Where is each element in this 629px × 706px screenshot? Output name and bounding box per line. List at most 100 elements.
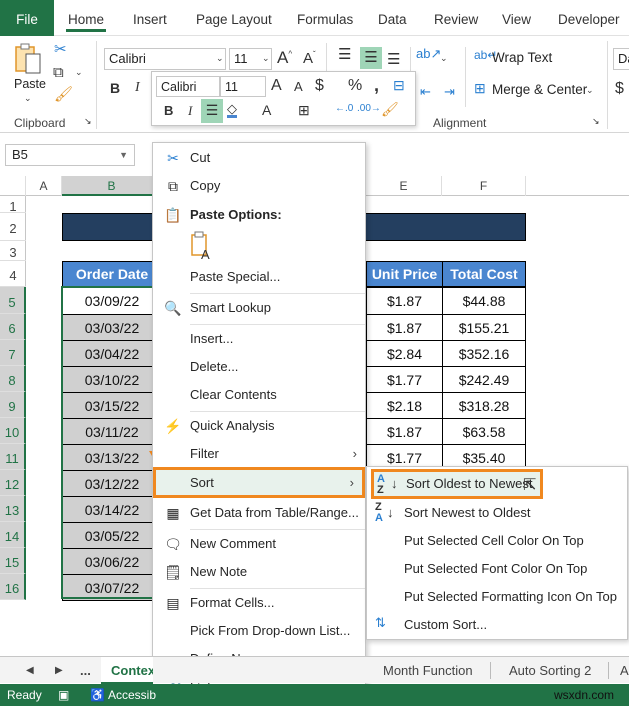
mini-comma-icon[interactable]: ,	[374, 76, 379, 94]
paste-icon[interactable]	[14, 43, 44, 77]
row-header-15[interactable]: 15	[0, 548, 26, 574]
total-cost-cell[interactable]: $44.88	[442, 287, 526, 315]
merge-center-button[interactable]: Merge & Center	[492, 82, 587, 97]
column-header-a[interactable]: A	[26, 176, 62, 196]
paste-values-icon[interactable]: A	[190, 231, 214, 262]
mini-fill-color-icon[interactable]: ◇	[227, 102, 237, 118]
menu-item-copy[interactable]: ⧉ Copy	[153, 172, 365, 200]
order-date-cell[interactable]: 03/03/22	[62, 314, 162, 341]
sheet-tab-month-function[interactable]: Month Function	[383, 657, 473, 684]
header-total-cost[interactable]: Total Cost	[442, 261, 526, 287]
orientation-icon[interactable]: ab↗	[416, 47, 441, 60]
tab-developer[interactable]: Developer	[550, 0, 628, 36]
row-header-4[interactable]: 4	[0, 261, 26, 287]
mini-currency-icon[interactable]: $	[315, 78, 324, 94]
mini-decrease-font-icon[interactable]: A	[294, 80, 303, 93]
tab-data[interactable]: Data	[370, 0, 415, 36]
header-unit-price[interactable]: Unit Price	[366, 261, 443, 287]
header-order-date[interactable]: Order Date	[62, 261, 162, 287]
total-cost-cell[interactable]: $242.49	[442, 366, 526, 393]
menu-item-sort[interactable]: Sort ›	[153, 467, 365, 498]
mini-center-icon[interactable]: ☰	[201, 99, 223, 123]
menu-item-format-icon-top[interactable]: Put Selected Formatting Icon On Top	[367, 583, 627, 611]
paste-button[interactable]: Paste	[14, 77, 46, 91]
order-date-cell[interactable]: 03/10/22	[62, 366, 162, 393]
mini-bold-button[interactable]: B	[164, 104, 173, 117]
menu-item-new-comment[interactable]: 🗨 New Comment	[153, 530, 365, 558]
total-cost-cell[interactable]: $352.16	[442, 340, 526, 367]
menu-item-new-note[interactable]: 🗒 New Note	[153, 558, 365, 586]
mini-format-painter-icon[interactable]: 🖌	[381, 102, 399, 116]
row-header-8[interactable]: 8	[0, 366, 26, 392]
order-date-cell[interactable]: 03/11/22	[62, 418, 162, 445]
tab-formulas[interactable]: Formulas	[289, 0, 361, 36]
italic-button[interactable]: I	[135, 81, 140, 95]
more-sheets-button[interactable]: ...	[80, 657, 91, 684]
copy-icon[interactable]: ⧉	[53, 65, 64, 80]
row-header-6[interactable]: 6	[0, 314, 26, 340]
font-name-select[interactable]: Calibri	[104, 48, 226, 70]
align-top-icon[interactable]: ☰	[338, 47, 351, 62]
increase-font-icon[interactable]: A^	[277, 49, 292, 66]
unit-price-cell[interactable]: $2.84	[366, 340, 443, 367]
row-header-14[interactable]: 14	[0, 522, 26, 548]
order-date-cell[interactable]: 03/14/22	[62, 496, 162, 523]
row-header-13[interactable]: 13	[0, 496, 26, 522]
mini-decrease-decimal-icon[interactable]: .00→	[357, 104, 381, 114]
row-header-7[interactable]: 7	[0, 340, 26, 366]
copy-dropdown-icon[interactable]: ⌄	[75, 67, 83, 78]
tab-insert[interactable]: Insert	[125, 0, 175, 36]
menu-item-paste-special[interactable]: Paste Special...	[153, 263, 365, 291]
mini-increase-decimal-icon[interactable]: ←.0	[335, 104, 353, 114]
align-middle-icon[interactable]: ☰	[360, 47, 382, 69]
column-header-b[interactable]: B	[62, 176, 162, 196]
mini-merge-icon[interactable]: ⊟	[393, 78, 405, 92]
mini-borders-icon[interactable]: ⊞	[298, 103, 310, 117]
order-date-cell[interactable]: 03/13/22	[62, 444, 162, 471]
unit-price-cell[interactable]: $1.87	[366, 287, 443, 315]
menu-item-font-color-top[interactable]: Put Selected Font Color On Top	[367, 555, 627, 583]
mini-font-name-select[interactable]: Calibri	[156, 76, 220, 97]
scroll-right-icon[interactable]: ▶	[55, 657, 63, 684]
sheet-tab-partial[interactable]: A	[620, 657, 629, 684]
order-date-cell[interactable]: 03/06/22	[62, 548, 162, 575]
wrap-text-button[interactable]: Wrap Text	[492, 50, 552, 65]
tab-review[interactable]: Review	[426, 0, 486, 36]
unit-price-cell[interactable]: $2.18	[366, 392, 443, 419]
alignment-launcher-icon[interactable]: ↘	[592, 117, 600, 126]
mini-font-color-icon[interactable]: A	[262, 103, 271, 117]
align-bottom-icon[interactable]: ☰	[387, 52, 400, 67]
menu-item-smart-lookup[interactable]: 🔍 Smart Lookup	[153, 294, 365, 322]
mini-italic-button[interactable]: I	[188, 104, 192, 117]
paste-dropdown-icon[interactable]: ⌄	[24, 93, 32, 104]
menu-item-delete[interactable]: Delete...	[153, 353, 365, 381]
menu-item-quick-analysis[interactable]: ⚡ Quick Analysis	[153, 412, 365, 440]
column-header-e[interactable]: E	[366, 176, 442, 196]
row-header-16[interactable]: 16	[0, 574, 26, 600]
tab-file[interactable]: File	[0, 0, 54, 36]
sheet-tab-active[interactable]: Contex	[101, 657, 153, 684]
unit-price-cell[interactable]: $1.77	[366, 366, 443, 393]
bold-button[interactable]: B	[110, 81, 120, 95]
tab-page-layout[interactable]: Page Layout	[188, 0, 280, 36]
menu-item-clear-contents[interactable]: Clear Contents	[153, 381, 365, 409]
cut-icon[interactable]: ✂	[54, 42, 67, 57]
mini-increase-font-icon[interactable]: A	[271, 78, 282, 94]
row-header-11[interactable]: 11	[0, 444, 26, 470]
sheet-tab-auto-sorting-2[interactable]: Auto Sorting 2	[509, 657, 591, 684]
tab-home[interactable]: Home	[60, 0, 112, 36]
menu-item-custom-sort[interactable]: ⇅ Custom Sort...	[367, 611, 627, 639]
tab-view[interactable]: View	[494, 0, 539, 36]
row-header-1[interactable]: 1	[0, 196, 26, 214]
macro-record-icon[interactable]: ▣	[58, 684, 69, 706]
total-cost-cell[interactable]: $155.21	[442, 314, 526, 341]
column-header-f[interactable]: F	[442, 176, 526, 196]
menu-item-cut[interactable]: ✂ Cut	[153, 144, 365, 172]
order-date-cell[interactable]: 03/09/22	[62, 287, 162, 315]
select-all-corner[interactable]	[0, 176, 26, 196]
total-cost-cell[interactable]: $318.28	[442, 392, 526, 419]
menu-item-format-cells[interactable]: ▤ Format Cells...	[153, 589, 365, 617]
menu-item-insert[interactable]: Insert...	[153, 325, 365, 353]
total-cost-cell[interactable]: $63.58	[442, 418, 526, 445]
row-header-2[interactable]: 2	[0, 213, 26, 241]
